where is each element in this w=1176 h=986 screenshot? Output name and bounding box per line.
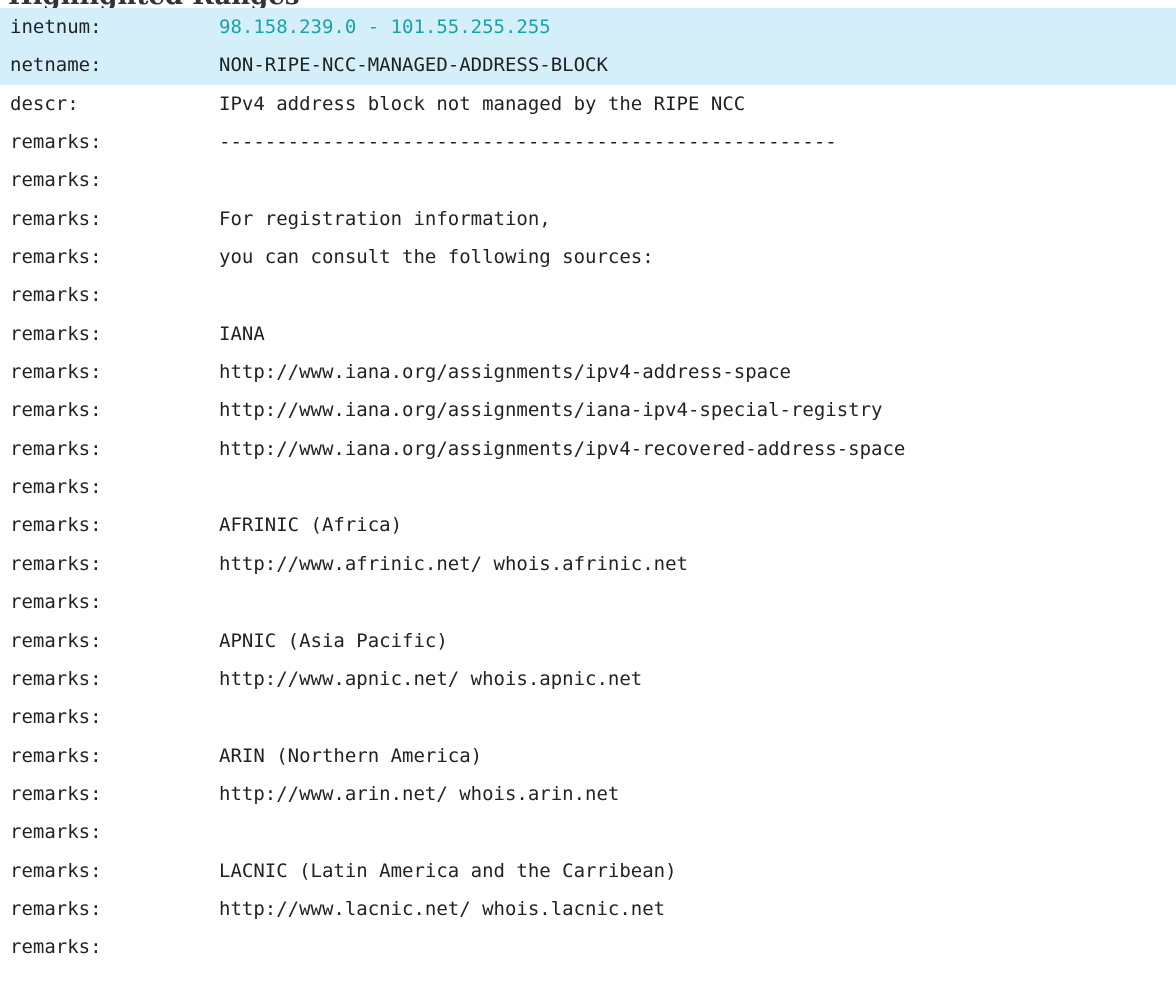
- whois-key: remarks:: [10, 629, 102, 652]
- whois-row-remarks: remarks:: [0, 698, 1176, 736]
- whois-key: remarks:: [10, 131, 102, 154]
- whois-row-remarks: remarks: you can consult the following s…: [0, 238, 1176, 276]
- whois-key: remarks:: [10, 744, 102, 767]
- whois-value: http://www.iana.org/assignments/ipv4-rec…: [219, 437, 906, 460]
- whois-key: remarks:: [10, 821, 102, 844]
- inetnum-range-link[interactable]: 98.158.239.0 - 101.55.255.255: [219, 16, 551, 38]
- whois-key: remarks:: [10, 591, 102, 614]
- whois-value: LACNIC (Latin America and the Carribean): [219, 859, 677, 882]
- whois-value: you can consult the following sources:: [219, 246, 654, 269]
- whois-key: remarks:: [10, 514, 102, 537]
- whois-row-remarks: remarks:: [0, 813, 1176, 851]
- whois-row-remarks: remarks: http://www.arin.net/ whois.arin…: [0, 775, 1176, 813]
- whois-row-remarks: remarks:: [0, 583, 1176, 621]
- whois-row-remarks: remarks: APNIC (Asia Pacific): [0, 622, 1176, 660]
- whois-key: remarks:: [10, 859, 102, 882]
- whois-row-remarks: remarks:: [0, 928, 1176, 966]
- whois-row-remarks: remarks: AFRINIC (Africa): [0, 506, 1176, 544]
- whois-key: remarks:: [10, 361, 102, 384]
- whois-key: remarks:: [10, 246, 102, 269]
- whois-row-remarks: remarks: http://www.iana.org/assignments…: [0, 353, 1176, 391]
- whois-value: AFRINIC (Africa): [219, 514, 403, 537]
- whois-row-remarks: remarks: http://www.iana.org/assignments…: [0, 430, 1176, 468]
- whois-value: APNIC (Asia Pacific): [219, 629, 448, 652]
- whois-key: descr:: [10, 92, 79, 115]
- whois-result-page: Highlighted Ranges inetnum: 98.158.239.0…: [0, 0, 1176, 986]
- whois-row-remarks: remarks:: [0, 161, 1176, 199]
- whois-row-remarks: remarks: IANA: [0, 315, 1176, 353]
- whois-key: remarks:: [10, 782, 102, 805]
- whois-row-remarks: remarks: http://www.afrinic.net/ whois.a…: [0, 545, 1176, 583]
- whois-row-inetnum: inetnum: 98.158.239.0 - 101.55.255.255: [0, 8, 1176, 47]
- whois-row-remarks: remarks:: [0, 468, 1176, 506]
- whois-value: http://www.iana.org/assignments/iana-ipv…: [219, 399, 883, 422]
- whois-row-remarks: remarks: For registration information,: [0, 200, 1176, 238]
- whois-row-remarks: remarks: LACNIC (Latin America and the C…: [0, 852, 1176, 890]
- whois-record: inetnum: 98.158.239.0 - 101.55.255.255 n…: [0, 8, 1176, 967]
- whois-key: remarks:: [10, 399, 102, 422]
- whois-row-remarks: remarks: http://www.lacnic.net/ whois.la…: [0, 890, 1176, 928]
- whois-value: http://www.afrinic.net/ whois.afrinic.ne…: [219, 552, 688, 575]
- whois-value: IPv4 address block not managed by the RI…: [219, 92, 746, 115]
- whois-key: remarks:: [10, 706, 102, 729]
- whois-value: For registration information,: [219, 207, 551, 230]
- whois-row-remarks: remarks: http://www.apnic.net/ whois.apn…: [0, 660, 1176, 698]
- whois-value: IANA: [219, 322, 265, 345]
- whois-row-remarks: remarks:: [0, 276, 1176, 314]
- whois-key: remarks:: [10, 476, 102, 499]
- whois-value: NON-RIPE-NCC-MANAGED-ADDRESS-BLOCK: [219, 54, 608, 77]
- whois-key: remarks:: [10, 667, 102, 690]
- whois-row-remarks: remarks: http://www.iana.org/assignments…: [0, 391, 1176, 429]
- whois-key: inetnum:: [10, 16, 102, 38]
- whois-key: remarks:: [10, 322, 102, 345]
- whois-value: http://www.lacnic.net/ whois.lacnic.net: [219, 897, 666, 920]
- whois-key: remarks:: [10, 437, 102, 460]
- whois-key: remarks:: [10, 897, 102, 920]
- whois-value: http://www.apnic.net/ whois.apnic.net: [219, 667, 643, 690]
- whois-value: ARIN (Northern America): [219, 744, 483, 767]
- whois-row-remarks: remarks: ARIN (Northern America): [0, 737, 1176, 775]
- whois-key: remarks:: [10, 552, 102, 575]
- whois-key: remarks:: [10, 936, 102, 959]
- whois-value: http://www.arin.net/ whois.arin.net: [219, 782, 620, 805]
- whois-key: remarks:: [10, 169, 102, 192]
- whois-row-descr: descr: IPv4 address block not managed by…: [0, 85, 1176, 123]
- whois-row-netname: netname: NON-RIPE-NCC-MANAGED-ADDRESS-BL…: [0, 46, 1176, 85]
- whois-key: remarks:: [10, 284, 102, 307]
- whois-row-remarks: remarks: -------------------------------…: [0, 123, 1176, 161]
- whois-value: http://www.iana.org/assignments/ipv4-add…: [219, 361, 791, 384]
- whois-key: remarks:: [10, 207, 102, 230]
- whois-key: netname:: [10, 54, 102, 77]
- whois-value: ----------------------------------------…: [219, 131, 837, 154]
